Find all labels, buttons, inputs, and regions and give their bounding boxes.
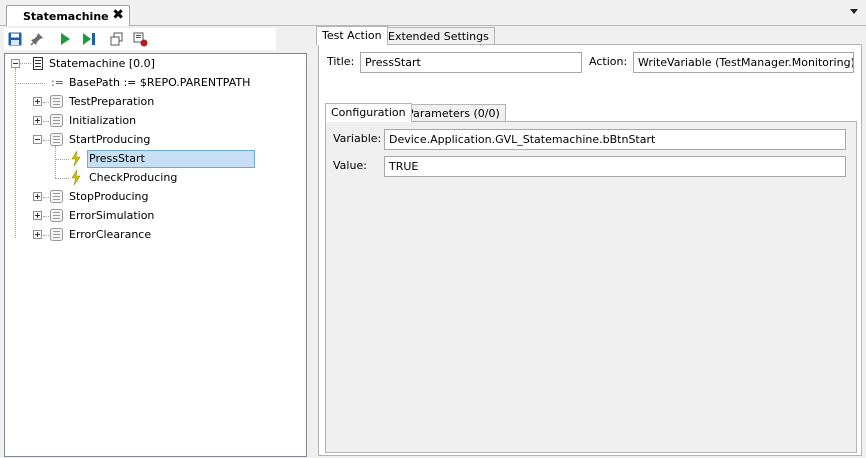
value-field[interactable]: TRUE: [384, 156, 846, 177]
title-field[interactable]: PressStart: [360, 52, 582, 73]
tree-node-statemachine[interactable]: Statemachine [0.0]: [5, 54, 305, 73]
tree-node-pressstart[interactable]: PressStart: [5, 149, 305, 168]
record-icon[interactable]: [132, 30, 150, 48]
step-icon[interactable]: [80, 30, 98, 48]
action-field[interactable]: WriteVariable (TestManager.Monitoring): [633, 52, 854, 73]
tree-node-checkproducing[interactable]: CheckProducing: [5, 168, 305, 187]
variable-field[interactable]: Device.Application.GVL_Statemachine.bBtn…: [384, 129, 846, 150]
copy-icon[interactable]: [108, 30, 126, 48]
tree-node-initialization[interactable]: Initialization: [5, 111, 305, 130]
collapse-icon[interactable]: [33, 135, 42, 144]
tree-node-label: ErrorSimulation: [69, 209, 155, 222]
pin-icon[interactable]: [28, 30, 46, 48]
collapse-icon[interactable]: [11, 59, 20, 68]
properties-panel: Test Action Extended Settings Title: Pre…: [312, 26, 866, 458]
state-icon: [50, 228, 63, 247]
document-tab-statemachine[interactable]: Statemachine ✖: [6, 5, 130, 27]
tree-node-label: TestPreparation: [69, 95, 155, 108]
tree-node-label: CheckProducing: [89, 171, 178, 184]
close-icon[interactable]: ✖: [112, 7, 124, 23]
run-icon[interactable]: [56, 30, 74, 48]
tree-node-label: BasePath := $REPO.PARENTPATH: [69, 76, 251, 89]
tree-node-label: PressStart: [89, 152, 145, 165]
expand-icon[interactable]: [33, 230, 42, 239]
test-action-pane: Title: PressStart Action: WriteVariable …: [318, 44, 862, 456]
tree-node-errorsimulation[interactable]: ErrorSimulation: [5, 206, 305, 225]
title-label: Title:: [327, 55, 355, 68]
tree-node-label: ErrorClearance: [69, 228, 152, 241]
expand-icon[interactable]: [33, 116, 42, 125]
statemachine-tree-panel: Statemachine [0.0] := BasePath := $REPO.…: [0, 26, 312, 458]
value-label: Value:: [333, 159, 367, 172]
tree-node-stopproducing[interactable]: StopProducing: [5, 187, 305, 206]
document-tab-strip: Statemachine ✖: [0, 0, 866, 27]
tree-node-basepath[interactable]: := BasePath := $REPO.PARENTPATH: [5, 73, 305, 92]
tree-node-testpreparation[interactable]: TestPreparation: [5, 92, 305, 111]
assignment-icon: :=: [51, 76, 64, 89]
expand-icon[interactable]: [33, 211, 42, 220]
tree-node-label: StartProducing: [69, 133, 151, 146]
tree-node-label: Statemachine [0.0]: [49, 57, 155, 70]
expand-icon[interactable]: [33, 97, 42, 106]
tab-test-action[interactable]: Test Action: [316, 26, 388, 45]
state-tree[interactable]: Statemachine [0.0] := BasePath := $REPO.…: [4, 53, 307, 457]
tab-configuration[interactable]: Configuration: [325, 103, 412, 122]
configuration-pane: Variable: Device.Application.GVL_Statema…: [325, 121, 857, 453]
tree-node-errorclearance[interactable]: ErrorClearance: [5, 225, 305, 244]
tree-node-label: StopProducing: [69, 190, 149, 203]
document-tab-label: Statemachine: [23, 10, 109, 23]
tree-node-startproducing[interactable]: StartProducing: [5, 130, 305, 149]
tree-node-label: Initialization: [69, 114, 137, 127]
action-label: Action:: [589, 55, 628, 68]
expand-icon[interactable]: [33, 192, 42, 201]
variable-label: Variable:: [333, 132, 382, 145]
save-icon[interactable]: [6, 30, 24, 48]
tree-toolbar: [4, 28, 276, 50]
chevron-down-icon[interactable]: [850, 9, 858, 14]
